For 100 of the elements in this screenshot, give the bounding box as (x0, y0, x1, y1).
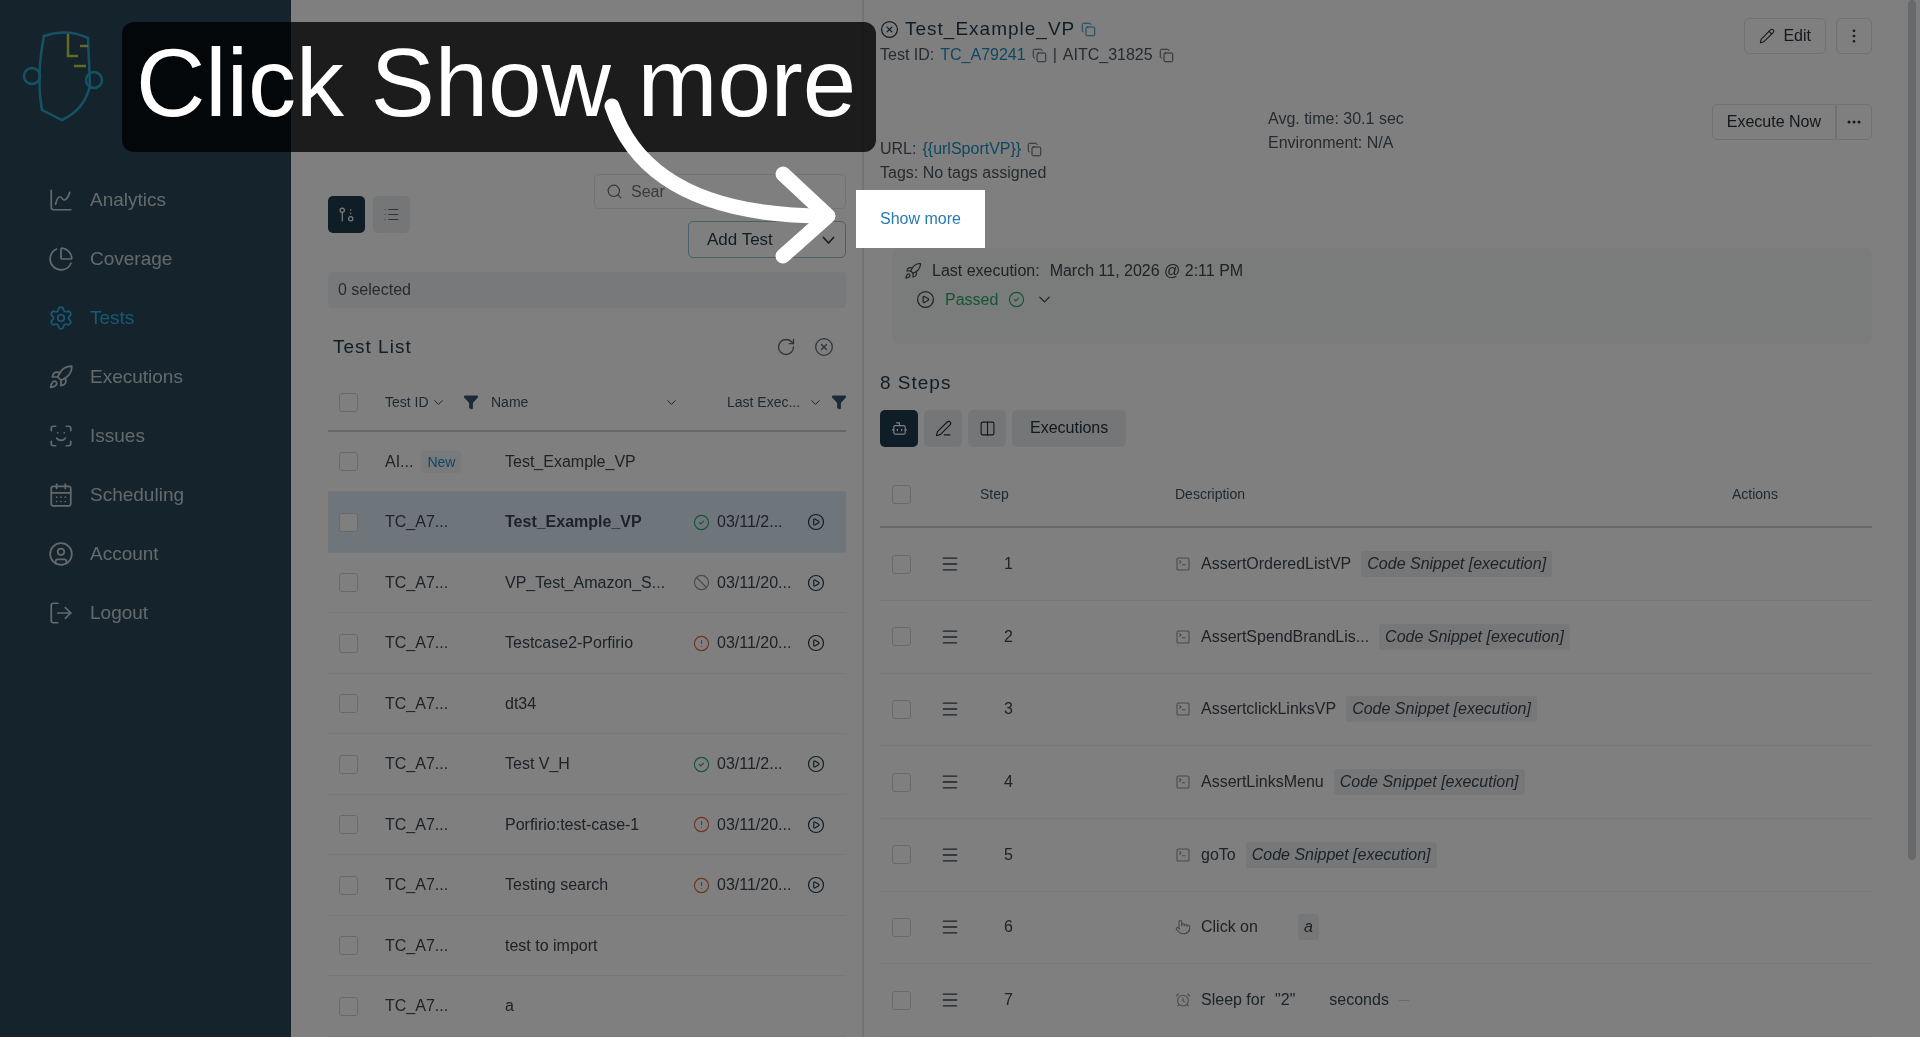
test-row[interactable]: TC_A7... Porfirio:test-case-1 03/11/20... (328, 795, 846, 856)
alert-icon (693, 876, 710, 894)
test-row[interactable]: TC_A7... VP_Test_Amazon_S... 03/11/20... (328, 553, 846, 614)
terminal-icon (1175, 846, 1191, 863)
checkbox[interactable] (892, 699, 911, 719)
view-tab[interactable] (880, 409, 918, 447)
checkbox[interactable] (339, 452, 358, 472)
step-number: 4 (1003, 773, 1014, 792)
checkbox[interactable] (339, 694, 358, 714)
checkbox[interactable] (339, 754, 358, 774)
more-button[interactable] (1836, 104, 1872, 140)
checkbox[interactable] (892, 627, 911, 647)
nav-item[interactable]: Analytics (48, 180, 291, 220)
nav-item[interactable]: Logout (48, 593, 291, 633)
refresh-icon (776, 337, 796, 358)
test-row[interactable]: TC_A7... Test_Example_VP 03/11/2... (328, 492, 846, 553)
passed-icon (693, 513, 710, 531)
list-title: Test List (333, 336, 412, 359)
edit-button[interactable]: Edit (1744, 18, 1826, 54)
pen-icon (934, 419, 952, 437)
view-tab[interactable] (924, 409, 962, 447)
checkbox[interactable] (892, 554, 911, 574)
executions-tab[interactable]: Executions (1012, 409, 1127, 447)
test-row[interactable]: TC_A7... Testcase2-Porfirio 03/11/20... (328, 613, 846, 674)
step-number: 1 (1003, 555, 1014, 574)
list-view-button[interactable] (373, 196, 410, 233)
test-row[interactable]: TC_A7... test to import (328, 916, 846, 977)
step-name: AssertclickLinksVP (1201, 700, 1337, 719)
more-button[interactable] (1836, 18, 1872, 54)
test-name: test to import (505, 936, 599, 955)
step-tag: a (1297, 914, 1319, 941)
flow-view-button[interactable] (328, 196, 365, 233)
step-number: 6 (1003, 918, 1014, 937)
test-row[interactable]: TC_A7... a (328, 976, 846, 1037)
checkbox[interactable] (339, 512, 358, 532)
test-name: Test V_H (505, 755, 571, 774)
terminal-icon (1175, 628, 1191, 645)
test-row[interactable]: TC_A7... Testing search 03/11/20... (328, 855, 846, 916)
checkbox[interactable] (892, 772, 911, 792)
copy-icon (1158, 47, 1174, 63)
exec-date: 03/11/2... (717, 755, 784, 774)
nav-item[interactable]: Executions (48, 357, 291, 397)
exec-date: 03/11/20... (717, 876, 793, 895)
rocket-icon (904, 262, 922, 280)
checkbox[interactable] (339, 875, 358, 895)
alert-icon (693, 634, 710, 652)
url-value: {{urlSportVP}} (922, 140, 1022, 158)
play-icon (807, 634, 825, 653)
show-more-button[interactable]: Show more (856, 190, 985, 248)
step-name: AssertSpendBrandLis... (1201, 627, 1370, 646)
terminal-icon (1175, 701, 1191, 718)
checkbox[interactable] (892, 484, 911, 504)
test-row[interactable]: TC_A7... dt34 (328, 674, 846, 735)
nav-item[interactable]: Scheduling (48, 475, 291, 515)
step-number: 7 (1003, 991, 1014, 1010)
step-name: AssertOrderedListVP (1201, 555, 1352, 574)
scrollbar[interactable] (1908, 0, 1916, 860)
exec-date: 03/11/20... (717, 573, 793, 592)
execute-button[interactable]: Execute Now (1711, 104, 1836, 140)
test-name: Test_Example_VP (505, 452, 637, 471)
checkbox[interactable] (339, 392, 358, 412)
view-tab[interactable] (968, 409, 1006, 447)
play-icon (916, 290, 935, 309)
test-id: AI... (385, 452, 414, 471)
chevron-icon (822, 235, 835, 244)
checkbox[interactable] (892, 845, 911, 865)
test-id: TC_A7... (385, 573, 449, 592)
step-name: goTo (1201, 845, 1236, 864)
nav-item[interactable]: Issues (48, 416, 291, 456)
checkbox[interactable] (339, 936, 358, 956)
selection-bar: 0 selected (328, 271, 846, 309)
test-id: TC_A7... (385, 936, 449, 955)
checkbox[interactable] (339, 633, 358, 653)
checkbox[interactable] (892, 917, 911, 937)
column-header[interactable]: Name (491, 394, 529, 411)
play-icon (807, 815, 825, 834)
test-row[interactable]: TC_A7... Test V_H 03/11/2... (328, 734, 846, 795)
nav-icon (48, 187, 74, 213)
test-id: TC_A7... (385, 755, 449, 774)
step-name: Click on (1201, 918, 1258, 937)
url-label: URL: (880, 140, 917, 158)
play-icon (807, 876, 825, 895)
test-title: Test_Example_VP (905, 18, 1076, 40)
checkbox[interactable] (339, 815, 358, 835)
test-id-link[interactable]: TC_A79241 (940, 46, 1026, 64)
exec-date: March 11, 2026 @ 2:11 PM (1049, 262, 1244, 280)
checkbox[interactable] (339, 996, 358, 1016)
nav-item[interactable]: Coverage (48, 239, 291, 279)
checkbox[interactable] (339, 573, 358, 593)
nav-icon (48, 246, 74, 272)
column-header[interactable]: Last Exec... (727, 394, 801, 411)
checkbox[interactable] (892, 990, 911, 1010)
column-header[interactable]: Test ID (385, 394, 429, 411)
nav-item[interactable]: Tests (48, 298, 291, 338)
steps-title: 8 Steps (880, 371, 953, 394)
nav-icon (48, 541, 74, 567)
ellipsis-icon (1847, 120, 1861, 124)
copy-icon (1081, 21, 1097, 37)
alarm-icon (1175, 992, 1191, 1009)
nav-item[interactable]: Account (48, 534, 291, 574)
